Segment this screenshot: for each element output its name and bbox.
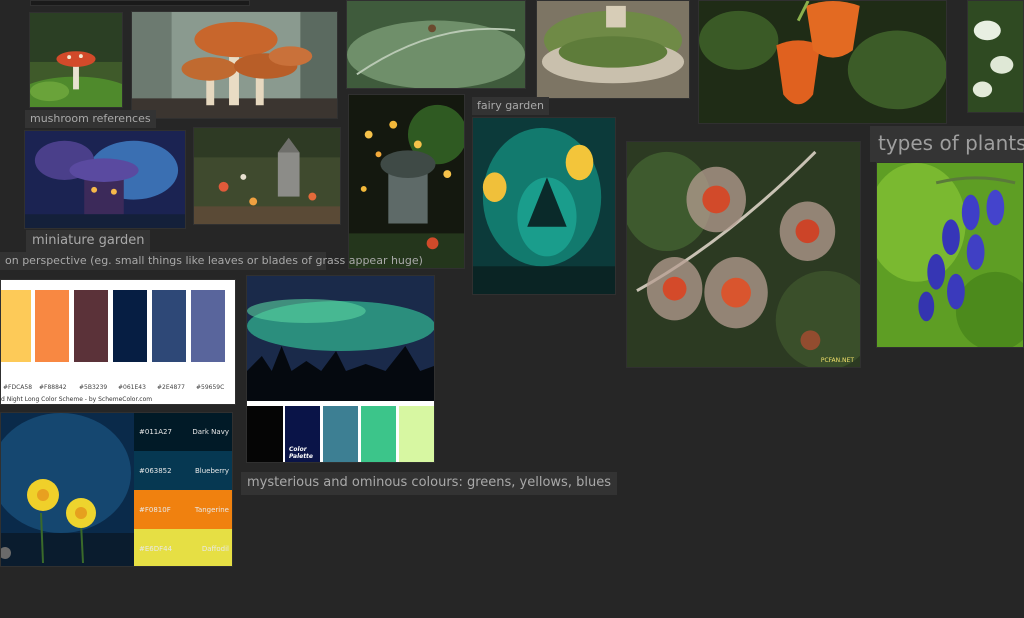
row-name: Dark Navy [192, 428, 229, 436]
swatch-code: #2E4877 [157, 384, 185, 391]
note-mushroom-references[interactable]: mushroom references [25, 110, 156, 128]
image-card-cropped-top[interactable] [30, 0, 250, 6]
image-bluebells[interactable] [876, 162, 1024, 348]
row-name: Blueberry [194, 466, 229, 475]
palette-caption: d Night Long Color Scheme - by SchemeCol… [1, 396, 153, 403]
note-perspective[interactable]: on perspective (eg. small things like le… [0, 252, 423, 270]
image-daffodil-palette[interactable]: #011A27 Dark Navy #063852 Blueberry #F08… [0, 412, 233, 567]
swatch-1 [1, 290, 31, 362]
row-name: Daffodil [201, 544, 229, 553]
aurora-swatch-1 [247, 406, 283, 462]
note-mysterious-colours[interactable]: mysterious and ominous colours: greens, … [241, 472, 617, 495]
note-types-of-plants[interactable]: types of plants [870, 126, 1024, 162]
image-night-color-scheme[interactable]: #FDCA58 #F88842 #5B3239 #061E43 #2E4877 … [0, 279, 236, 405]
swatch-3 [74, 290, 108, 362]
swatch-6 [191, 290, 225, 362]
image-chinese-lanterns[interactable] [698, 0, 947, 124]
swatch-code: #59659C [196, 384, 225, 391]
swatch-code: #F88842 [39, 384, 67, 391]
watermark-text: PCFAN.NET [820, 357, 854, 364]
image-leaf-snail[interactable] [346, 0, 526, 89]
aurora-swatch-3 [323, 406, 358, 462]
palette-row-tangerine: #F0810F Tangerine [134, 490, 232, 529]
swatch-code: #5B3239 [79, 384, 108, 391]
image-physalis-husks[interactable]: PCFAN.NET [626, 141, 861, 368]
swatch-code: #061E43 [118, 384, 146, 391]
image-fairy-village[interactable] [193, 127, 341, 225]
row-code: #063852 [139, 466, 172, 475]
swatch-2 [35, 290, 69, 362]
moodboard-canvas: mushroom references fairy garden PCFAN.N… [0, 0, 1024, 618]
palette-row-dark-navy: #011A27 Dark Navy [134, 413, 232, 451]
image-teal-lantern-forest[interactable] [472, 117, 616, 295]
row-code: #E6DF44 [139, 544, 173, 553]
image-fairy-lights-house[interactable] [348, 94, 465, 269]
swatch-5 [152, 290, 186, 362]
row-code: #011A27 [139, 428, 172, 436]
image-mushroom-small[interactable] [29, 12, 123, 108]
aurora-swatch-5 [399, 406, 434, 462]
swatch-code: #FDCA58 [3, 384, 33, 391]
row-code: #F0810F [139, 505, 171, 514]
note-miniature-garden[interactable]: miniature garden [26, 230, 151, 252]
image-stone-fairy-garden[interactable] [536, 0, 690, 99]
swatch-4 [113, 290, 147, 362]
image-blue-mushroom-house[interactable] [24, 130, 186, 229]
palette-row-daffodil: #E6DF44 Daffodil [134, 529, 232, 566]
image-white-flowers[interactable] [967, 0, 1024, 113]
row-name: Tangerine [194, 505, 229, 514]
palette-tag: Color Palette [289, 446, 313, 460]
image-aurora-palette[interactable]: Color Palette [246, 275, 435, 463]
palette-row-blueberry: #063852 Blueberry [134, 451, 232, 490]
image-mushroom-cluster[interactable] [131, 11, 338, 119]
note-fairy-garden[interactable]: fairy garden [472, 97, 549, 115]
aurora-swatch-4 [361, 406, 396, 462]
